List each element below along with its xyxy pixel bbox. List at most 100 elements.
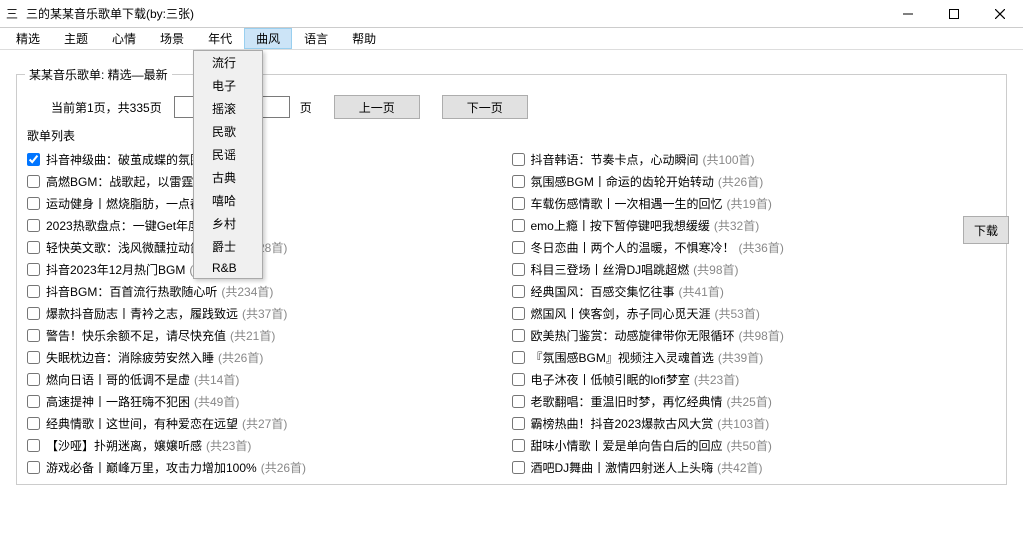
playlist-checkbox[interactable] [512,197,525,210]
playlist-checkbox[interactable] [27,285,40,298]
playlist-row[interactable]: 抖音BGM：百首流行热歌随心听 (共234首) [27,280,512,302]
menu-item-5[interactable]: 曲风 [244,28,292,49]
playlist-row[interactable]: 轻快英文歌：浅风微醺拉动氤氲氛围 (共28首) [27,236,512,258]
playlist-row[interactable]: 抖音2023年12月热门BGM (共33首) [27,258,512,280]
playlist-checkbox[interactable] [27,307,40,320]
playlist-row[interactable]: 酒吧DJ舞曲丨激情四射迷人上头嗨 (共42首) [512,456,997,478]
playlist-title: 高速提神丨一路狂嗨不犯困 [46,393,190,410]
playlist-count: (共14首) [194,371,239,388]
playlist-checkbox[interactable] [27,351,40,364]
dropdown-item-6[interactable]: 嘻哈 [194,189,262,212]
close-button[interactable] [977,0,1023,28]
next-page-button[interactable]: 下一页 [442,95,528,119]
playlist-row[interactable]: 燃向日语丨哥的低调不是虚 (共14首) [27,368,512,390]
menu-item-0[interactable]: 精选 [4,28,52,49]
playlist-row[interactable]: 警告！快乐余额不足，请尽快充值 (共21首) [27,324,512,346]
playlist-checkbox[interactable] [27,395,40,408]
playlist-column-left: 抖音神级曲：破茧成蝶的氛围 (首)高燃BGM：战歌起，以雷霆 (共21首)运动健… [27,148,512,478]
playlist-row[interactable]: 2023热歌盘点：一键Get年度 (56首) [27,214,512,236]
playlist-row[interactable]: 抖音神级曲：破茧成蝶的氛围 (首) [27,148,512,170]
playlist-row[interactable]: 运动健身丨燃烧脂肪，一点都 [27,192,512,214]
playlist-checkbox[interactable] [27,461,40,474]
playlist-checkbox[interactable] [27,219,40,232]
download-button[interactable]: 下载 [963,216,1009,244]
playlist-row[interactable]: 霸榜热曲！抖音2023爆款古风大赏 (共103首) [512,412,997,434]
playlist-title: 抖音韩语：节奏卡点，心动瞬间 [531,151,699,168]
playlist-checkbox[interactable] [27,175,40,188]
playlist-count: (共27首) [242,415,287,432]
playlist-checkbox[interactable] [512,417,525,430]
playlist-count: (共26首) [218,349,263,366]
minimize-button[interactable] [885,0,931,28]
playlist-row[interactable]: emo上瘾丨按下暂停键吧我想缓缓 (共32首) [512,214,997,236]
playlist-title: 警告！快乐余额不足，请尽快充值 [46,327,226,344]
playlist-checkbox[interactable] [512,351,525,364]
playlist-title: emo上瘾丨按下暂停键吧我想缓缓 [531,217,710,234]
playlist-row[interactable]: 爆款抖音励志丨青衿之志，履践致远 (共37首) [27,302,512,324]
playlist-checkbox[interactable] [27,439,40,452]
playlist-checkbox[interactable] [512,395,525,408]
playlist-checkbox[interactable] [512,439,525,452]
dropdown-item-9[interactable]: R&B [194,258,262,278]
playlist-checkbox[interactable] [512,307,525,320]
menu-item-6[interactable]: 语言 [292,28,340,49]
playlist-row[interactable]: 『氛围感BGM』视频注入灵魂首选 (共39首) [512,346,997,368]
playlist-checkbox[interactable] [27,241,40,254]
playlist-checkbox[interactable] [27,263,40,276]
playlist-row[interactable]: 经典情歌丨这世间，有种爱恋在远望 (共27首) [27,412,512,434]
playlist-title: 经典情歌丨这世间，有种爱恋在远望 [46,415,238,432]
playlist-row[interactable]: 车载伤感情歌丨一次相遇一生的回忆 (共19首) [512,192,997,214]
maximize-button[interactable] [931,0,977,28]
playlist-checkbox[interactable] [512,373,525,386]
playlist-checkbox[interactable] [27,329,40,342]
playlist-title: 抖音BGM：百首流行热歌随心听 [46,283,217,300]
playlist-row[interactable]: 欧美热门鉴赏：动感旋律带你无限循环 (共98首) [512,324,997,346]
playlist-row[interactable]: 失眠枕边音：消除疲劳安然入睡 (共26首) [27,346,512,368]
playlist-row[interactable]: 抖音韩语：节奏卡点，心动瞬间 (共100首) [512,148,997,170]
playlist-title: 欧美热门鉴赏：动感旋律带你无限循环 [531,327,735,344]
playlist-row[interactable]: 科目三登场丨丝滑DJ唱跳超燃 (共98首) [512,258,997,280]
playlist-row[interactable]: 【沙哑】扑朔迷离，嬢嬢听感 (共23首) [27,434,512,456]
playlist-row[interactable]: 燃国风丨侠客剑，赤子同心觅天涯 (共53首) [512,302,997,324]
playlist-title: 爆款抖音励志丨青衿之志，履践致远 [46,305,238,322]
playlist-title: 车载伤感情歌丨一次相遇一生的回忆 [531,195,723,212]
playlist-checkbox[interactable] [512,219,525,232]
playlist-row[interactable]: 高燃BGM：战歌起，以雷霆 (共21首) [27,170,512,192]
menu-item-1[interactable]: 主题 [52,28,100,49]
dropdown-item-0[interactable]: 流行 [194,51,262,74]
dropdown-item-1[interactable]: 电子 [194,74,262,97]
menu-item-4[interactable]: 年代 [196,28,244,49]
playlist-checkbox[interactable] [512,153,525,166]
playlist-checkbox[interactable] [512,461,525,474]
dropdown-item-2[interactable]: 摇滚 [194,97,262,120]
prev-page-button[interactable]: 上一页 [334,95,420,119]
playlist-checkbox[interactable] [512,241,525,254]
playlist-row[interactable]: 游戏必备丨巅峰万里，攻击力增加100% (共26首) [27,456,512,478]
playlist-row[interactable]: 氛围感BGM丨命运的齿轮开始转动 (共26首) [512,170,997,192]
dropdown-item-3[interactable]: 民歌 [194,120,262,143]
playlist-row[interactable]: 高速提神丨一路狂嗨不犯困 (共49首) [27,390,512,412]
menu-item-3[interactable]: 场景 [148,28,196,49]
playlist-checkbox[interactable] [27,197,40,210]
playlist-checkbox[interactable] [512,175,525,188]
playlist-checkbox[interactable] [27,153,40,166]
dropdown-item-4[interactable]: 民谣 [194,143,262,166]
playlist-checkbox[interactable] [512,285,525,298]
playlist-row[interactable]: 老歌翻唱：重温旧时梦，再忆经典情 (共25首) [512,390,997,412]
playlist-checkbox[interactable] [512,263,525,276]
playlist-count: (共36首) [739,239,784,256]
playlist-count: (共50首) [727,437,772,454]
dropdown-item-7[interactable]: 乡村 [194,212,262,235]
playlist-row[interactable]: 甜味小情歌丨爱是单向告白后的回应 (共50首) [512,434,997,456]
window-title: 三的某某音乐歌单下载(by:三张) [26,5,194,22]
playlist-checkbox[interactable] [512,329,525,342]
playlist-row[interactable]: 经典国风：百感交集忆往事 (共41首) [512,280,997,302]
dropdown-item-8[interactable]: 爵士 [194,235,262,258]
playlist-checkbox[interactable] [27,417,40,430]
menu-item-2[interactable]: 心情 [100,28,148,49]
menu-item-7[interactable]: 帮助 [340,28,388,49]
playlist-row[interactable]: 冬日恋曲丨两个人的温暖，不惧寒冷！ (共36首) [512,236,997,258]
playlist-checkbox[interactable] [27,373,40,386]
playlist-row[interactable]: 电子沐夜丨低帧引眠的lofi梦室 (共23首) [512,368,997,390]
dropdown-item-5[interactable]: 古典 [194,166,262,189]
